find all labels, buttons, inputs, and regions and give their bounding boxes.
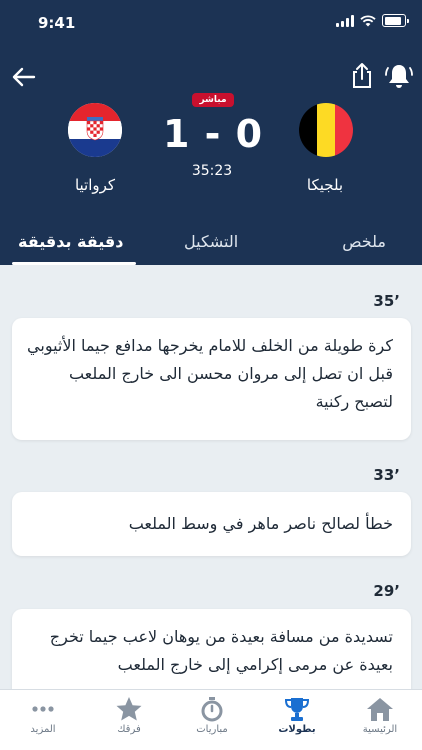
share-icon[interactable] <box>348 61 376 89</box>
home-team-name[interactable]: بلجيكا <box>275 176 375 194</box>
match-tabs: ملخص التشكيل دقيقة بدقيقة <box>0 226 422 266</box>
trophy-icon <box>284 698 310 721</box>
tabbar-label: مباريات <box>196 724 228 735</box>
status-icons <box>336 14 409 27</box>
commentary-card: كرة طويلة من الخلف للامام يخرجها مدافع ج… <box>12 318 411 440</box>
signal-icon <box>336 14 354 27</box>
tabbar-label: بطولات <box>278 724 316 735</box>
tabbar-tournaments[interactable]: بطولات <box>262 696 332 735</box>
battery-icon <box>382 14 409 27</box>
commentary-card: خطأ لصالح ناصر ماهر في وسط الملعب <box>12 492 411 556</box>
event-minute: 35’ <box>373 292 400 310</box>
more-icon <box>32 706 54 712</box>
back-arrow-icon[interactable] <box>10 63 38 91</box>
stopwatch-icon <box>201 697 223 722</box>
bell-icon[interactable] <box>384 62 414 90</box>
tabbar-home[interactable]: الرئيسية <box>345 696 415 735</box>
active-tab-indicator <box>12 262 136 265</box>
match-score: 1 - 0 <box>162 112 264 156</box>
match-clock: 35:23 <box>191 163 233 179</box>
commentary-card: تسديدة من مسافة بعيدة من يوهان لاعب جيما… <box>12 609 411 690</box>
tabbar-label: المزيد <box>30 724 56 735</box>
tabbar-label: فرقك <box>117 724 141 735</box>
status-bar: 9:41 <box>0 0 422 44</box>
tab-minute-by-minute[interactable]: دقيقة بدقيقة <box>18 232 123 251</box>
tabbar-matches[interactable]: مباريات <box>177 696 247 735</box>
commentary-feed[interactable]: 35’ كرة طويلة من الخلف للامام يخرجها مدا… <box>0 266 422 690</box>
away-team-name[interactable]: كرواتيا <box>45 176 145 194</box>
tab-summary[interactable]: ملخص <box>342 232 386 251</box>
status-time: 9:41 <box>38 14 76 32</box>
wifi-icon <box>360 14 376 26</box>
bottom-tab-bar: الرئيسية بطولات مباريات فرقك المزيد <box>0 689 422 750</box>
tabbar-more[interactable]: المزيد <box>8 696 78 735</box>
croatia-flag-icon <box>68 103 122 157</box>
live-badge: مباشر <box>192 93 234 107</box>
home-icon <box>367 698 393 721</box>
belgium-flag-icon <box>299 103 353 157</box>
top-actions <box>0 58 422 96</box>
tabbar-your-teams[interactable]: فرقك <box>94 696 164 735</box>
match-header: 9:41 مباشر 1 - 0 35:23 بلجيكا كرواتيا مل… <box>0 0 422 265</box>
tabbar-label: الرئيسية <box>362 724 398 735</box>
event-minute: 29’ <box>373 582 400 600</box>
tab-lineup[interactable]: التشكيل <box>184 232 238 251</box>
event-minute: 33’ <box>373 466 400 484</box>
star-icon <box>116 697 142 721</box>
